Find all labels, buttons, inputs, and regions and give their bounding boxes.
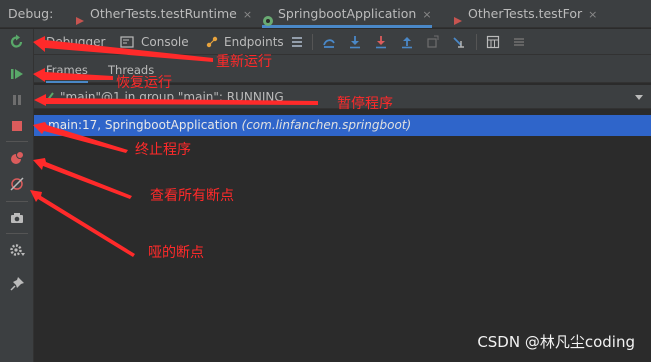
tab-label: OtherTests.testRuntime (90, 6, 237, 21)
annotation-pause: 暂停程序 (337, 96, 393, 112)
frame-location: main:17, SpringbootApplication (48, 118, 238, 132)
resume-button[interactable] (8, 65, 26, 83)
close-tab-icon[interactable]: × (243, 8, 252, 21)
junit-test-icon (452, 9, 464, 25)
junit-test-icon (74, 9, 86, 25)
watermark: CSDN @林凡尘coding (477, 333, 635, 351)
toolbar-divider (312, 34, 313, 50)
frames-list: main:17, SpringbootApplication (com.linf… (34, 110, 651, 362)
resume-icon (11, 69, 23, 79)
pause-icon (13, 95, 21, 105)
tab-springbootapplication[interactable]: SpringbootApplication × (262, 0, 432, 28)
tab-label: SpringbootApplication (278, 6, 417, 21)
rerun-button[interactable] (8, 33, 26, 51)
settings-button[interactable] (8, 241, 26, 259)
step-into-icon[interactable] (372, 33, 390, 51)
close-tab-icon[interactable]: × (588, 8, 597, 21)
step-out-icon[interactable] (398, 33, 416, 51)
toolbar-divider (6, 141, 28, 142)
debug-tab-bar: Debug: OtherTests.testRuntime × Springboo… (0, 0, 651, 28)
pin-icon (10, 277, 24, 291)
spring-boot-icon (262, 9, 274, 26)
evaluate-expression-icon[interactable] (484, 33, 502, 51)
step-over-icon[interactable] (346, 33, 364, 51)
debug-label: Debug: (8, 6, 54, 21)
annotation-resume: 恢复运行 (116, 75, 172, 91)
annotation-view-breakpoints: 查看所有断点 (150, 188, 234, 204)
get-thread-dump-button[interactable] (8, 209, 26, 227)
tab-label: OtherTests.testFor (468, 6, 583, 21)
tab-frames[interactable]: Frames (46, 55, 88, 83)
thread-running-icon (42, 91, 54, 106)
endpoints-icon (203, 33, 221, 51)
frame-text: main:17, SpringbootApplication (com.linf… (48, 115, 411, 136)
chevron-down-icon[interactable] (635, 95, 643, 100)
annotation-stop: 终止程序 (135, 142, 191, 158)
run-to-cursor-icon[interactable] (450, 33, 468, 51)
trace-current-stream-icon[interactable] (510, 33, 528, 51)
show-execution-point-icon[interactable] (320, 33, 338, 51)
console-icon (118, 33, 136, 51)
debug-left-toolbar (0, 29, 34, 362)
debugger-toolbar: Debugger Console Endpoints (34, 29, 651, 55)
toolbar-divider (476, 34, 477, 50)
annotation-rerun: 重新运行 (216, 54, 272, 70)
rerun-icon (10, 34, 23, 48)
pin-tab-button[interactable] (8, 275, 26, 293)
toolbar-divider (6, 201, 28, 202)
view-breakpoints-button[interactable] (8, 149, 26, 167)
mute-breakpoints-button[interactable] (8, 175, 26, 193)
layout-menu-icon[interactable] (288, 33, 306, 51)
console-tab[interactable]: Console (141, 29, 189, 55)
camera-icon (11, 213, 23, 223)
mute-breakpoints-icon (10, 177, 24, 191)
tab-othertests-testfor[interactable]: OtherTests.testFor × (452, 0, 597, 28)
annotation-mute-breakpoints: 哑的断点 (148, 245, 204, 261)
gear-icon (10, 244, 25, 256)
toolbar-divider (6, 233, 28, 234)
frame-package: (com.linfanchen.springboot) (241, 118, 412, 132)
debugger-tab[interactable]: Debugger (46, 29, 105, 55)
drop-frame-icon[interactable] (424, 33, 442, 51)
view-breakpoints-icon (11, 151, 24, 164)
close-tab-icon[interactable]: × (422, 8, 431, 21)
frame-row[interactable]: main:17, SpringbootApplication (com.linf… (34, 115, 651, 136)
stop-button[interactable] (8, 117, 26, 135)
tab-othertests-testruntime[interactable]: OtherTests.testRuntime × (74, 0, 252, 28)
stop-icon (12, 121, 22, 131)
pause-button[interactable] (8, 91, 26, 109)
